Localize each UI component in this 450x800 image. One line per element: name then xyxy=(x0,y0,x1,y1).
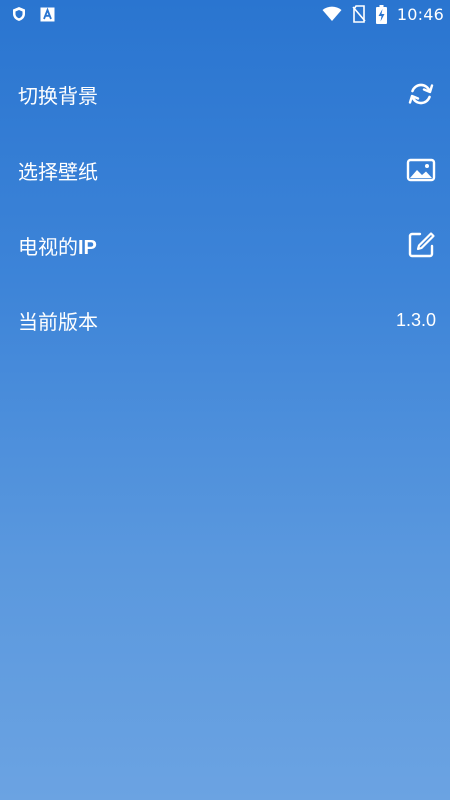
status-left xyxy=(12,6,69,22)
refresh-icon[interactable] xyxy=(406,79,436,109)
app-a-icon xyxy=(40,7,55,22)
edit-icon[interactable] xyxy=(406,230,436,260)
clock: 10:46 xyxy=(396,4,444,24)
shield-icon xyxy=(12,6,26,22)
menu-item-label-latin: IP xyxy=(78,236,97,259)
menu-item-label: 电视的IP xyxy=(18,231,97,260)
menu-item-current-version: 当前版本 1.3.0 xyxy=(0,294,450,346)
menu-item-label: 选择壁纸 xyxy=(18,159,98,184)
status-right: 10:46 xyxy=(312,4,444,24)
menu-item-label: 当前版本 xyxy=(18,309,98,334)
menu-item-tv-ip[interactable]: 电视的IP xyxy=(0,219,450,271)
menu-item-label: 切换背景 xyxy=(18,83,98,108)
no-sim-icon xyxy=(352,5,366,23)
menu-item-label-cjk: 电视的 xyxy=(18,234,78,259)
image-icon[interactable] xyxy=(406,155,436,185)
menu-item-choose-wallpaper[interactable]: 选择壁纸 xyxy=(0,144,450,196)
wifi-icon xyxy=(322,6,342,22)
battery-charging-icon xyxy=(375,4,387,24)
version-value: 1.3.0 xyxy=(395,309,436,330)
menu-item-switch-background[interactable]: 切换背景 xyxy=(0,68,450,120)
status-bar: 10:46 xyxy=(0,0,450,28)
